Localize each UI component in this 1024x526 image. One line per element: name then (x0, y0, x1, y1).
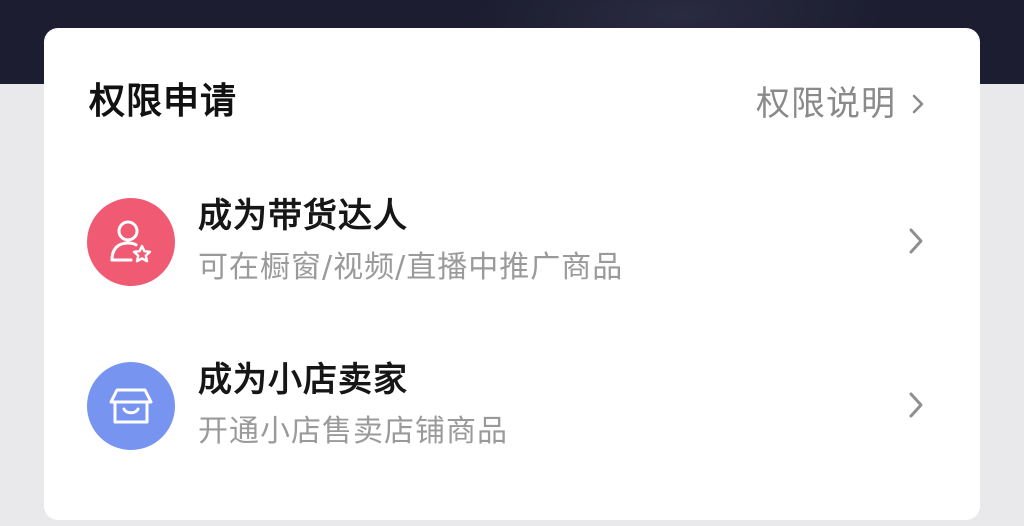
chevron-right-icon (909, 228, 923, 254)
shop-icon (87, 362, 175, 450)
row-title: 成为带货达人 (198, 196, 408, 236)
user-star-icon (87, 198, 175, 286)
permission-info-link[interactable]: 权限说明 (756, 82, 932, 126)
row-subtitle: 可在橱窗/视频/直播中推广商品 (198, 250, 624, 285)
chevron-right-icon (912, 94, 924, 114)
card-title: 权限申请 (89, 81, 238, 122)
row-title: 成为小店卖家 (198, 360, 408, 400)
chevron-right-icon (909, 392, 923, 418)
row-subtitle: 开通小店售卖店铺商品 (198, 414, 508, 449)
become-seller-row[interactable]: 成为小店卖家 开通小店售卖店铺商品 (44, 330, 980, 480)
card-header: 权限申请 权限说明 (44, 28, 980, 174)
become-affiliate-row[interactable]: 成为带货达人 可在橱窗/视频/直播中推广商品 (44, 166, 980, 316)
permission-info-label: 权限说明 (756, 84, 896, 124)
permission-card: 权限申请 权限说明 成为带货达人 可在橱窗/视频/直播中推广商品 成为小店卖家 … (44, 28, 980, 520)
